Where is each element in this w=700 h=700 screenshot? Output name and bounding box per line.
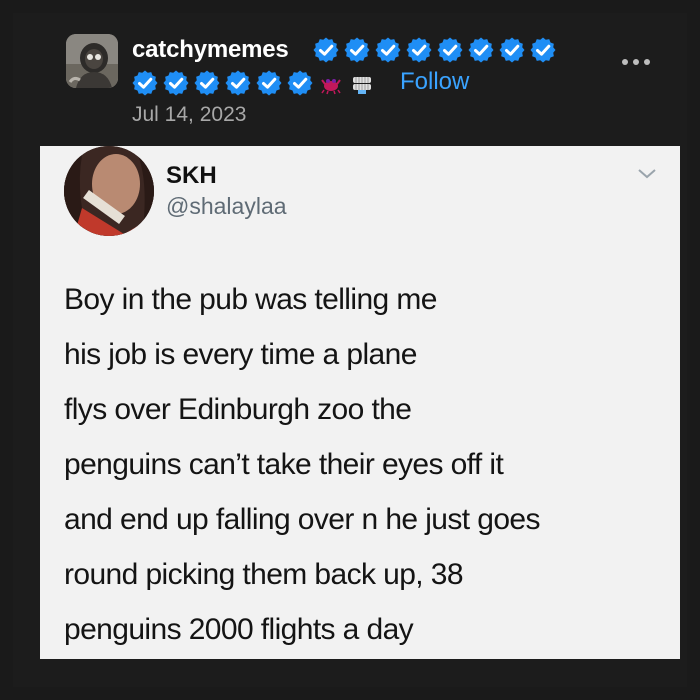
tweet-text-line: flys over Edinburgh zoo the bbox=[64, 393, 412, 426]
avatar[interactable] bbox=[66, 34, 118, 88]
avatar-image bbox=[66, 34, 118, 88]
tweet-avatar-image bbox=[64, 146, 154, 236]
tweet-text-line: his job is every time a plane bbox=[64, 338, 417, 371]
verified-check-icon bbox=[530, 37, 556, 63]
verified-check-icon bbox=[406, 37, 432, 63]
post-date: Jul 14, 2023 bbox=[132, 103, 247, 126]
verified-check-icon bbox=[194, 70, 220, 96]
verified-check-icon bbox=[437, 37, 463, 63]
tweet-author-name: SKH bbox=[166, 162, 217, 189]
tweet-text: Boy in the pub was telling me his job is… bbox=[64, 272, 664, 657]
verified-check-icon bbox=[499, 37, 525, 63]
verified-check-icon bbox=[468, 37, 494, 63]
verified-check-icon bbox=[132, 70, 158, 96]
more-options-button[interactable] bbox=[622, 52, 656, 72]
tweet-card: SKH @shalaylaa Boy in the pub was tellin… bbox=[40, 146, 680, 659]
follow-button[interactable]: Follow bbox=[400, 68, 469, 96]
crab-icon bbox=[321, 79, 341, 95]
more-dots-icon bbox=[644, 59, 650, 65]
tweet-text-line: penguins can’t take their eyes off it bbox=[64, 448, 504, 481]
tweet-text-line: and end up falling over n he just goes bbox=[64, 503, 541, 536]
page-frame: catchymemes Follow Jul 14, 2023 SKH @sha… bbox=[0, 0, 700, 700]
verified-check-icon bbox=[375, 37, 401, 63]
tweet-author-handle: @shalaylaa bbox=[166, 193, 287, 219]
tweet-text-line: penguins 2000 flights a day bbox=[64, 613, 414, 646]
chevron-down-icon bbox=[638, 169, 656, 179]
verified-check-icon bbox=[287, 70, 313, 96]
username[interactable]: catchymemes bbox=[132, 36, 289, 64]
tweet-avatar bbox=[64, 146, 154, 236]
verified-check-icon bbox=[313, 37, 339, 63]
badge-row-2 bbox=[132, 70, 375, 96]
badge-row-1 bbox=[313, 37, 556, 63]
tweet-text-line: Boy in the pub was telling me bbox=[64, 283, 437, 316]
verified-check-icon bbox=[163, 70, 189, 96]
more-dots-icon bbox=[622, 59, 628, 65]
chattering-teeth-icon bbox=[353, 77, 371, 94]
verified-check-icon bbox=[344, 37, 370, 63]
verified-check-icon bbox=[225, 70, 251, 96]
tweet-text-line: round picking them back up, 38 bbox=[64, 558, 464, 591]
verified-check-icon bbox=[256, 70, 282, 96]
more-dots-icon bbox=[633, 59, 639, 65]
